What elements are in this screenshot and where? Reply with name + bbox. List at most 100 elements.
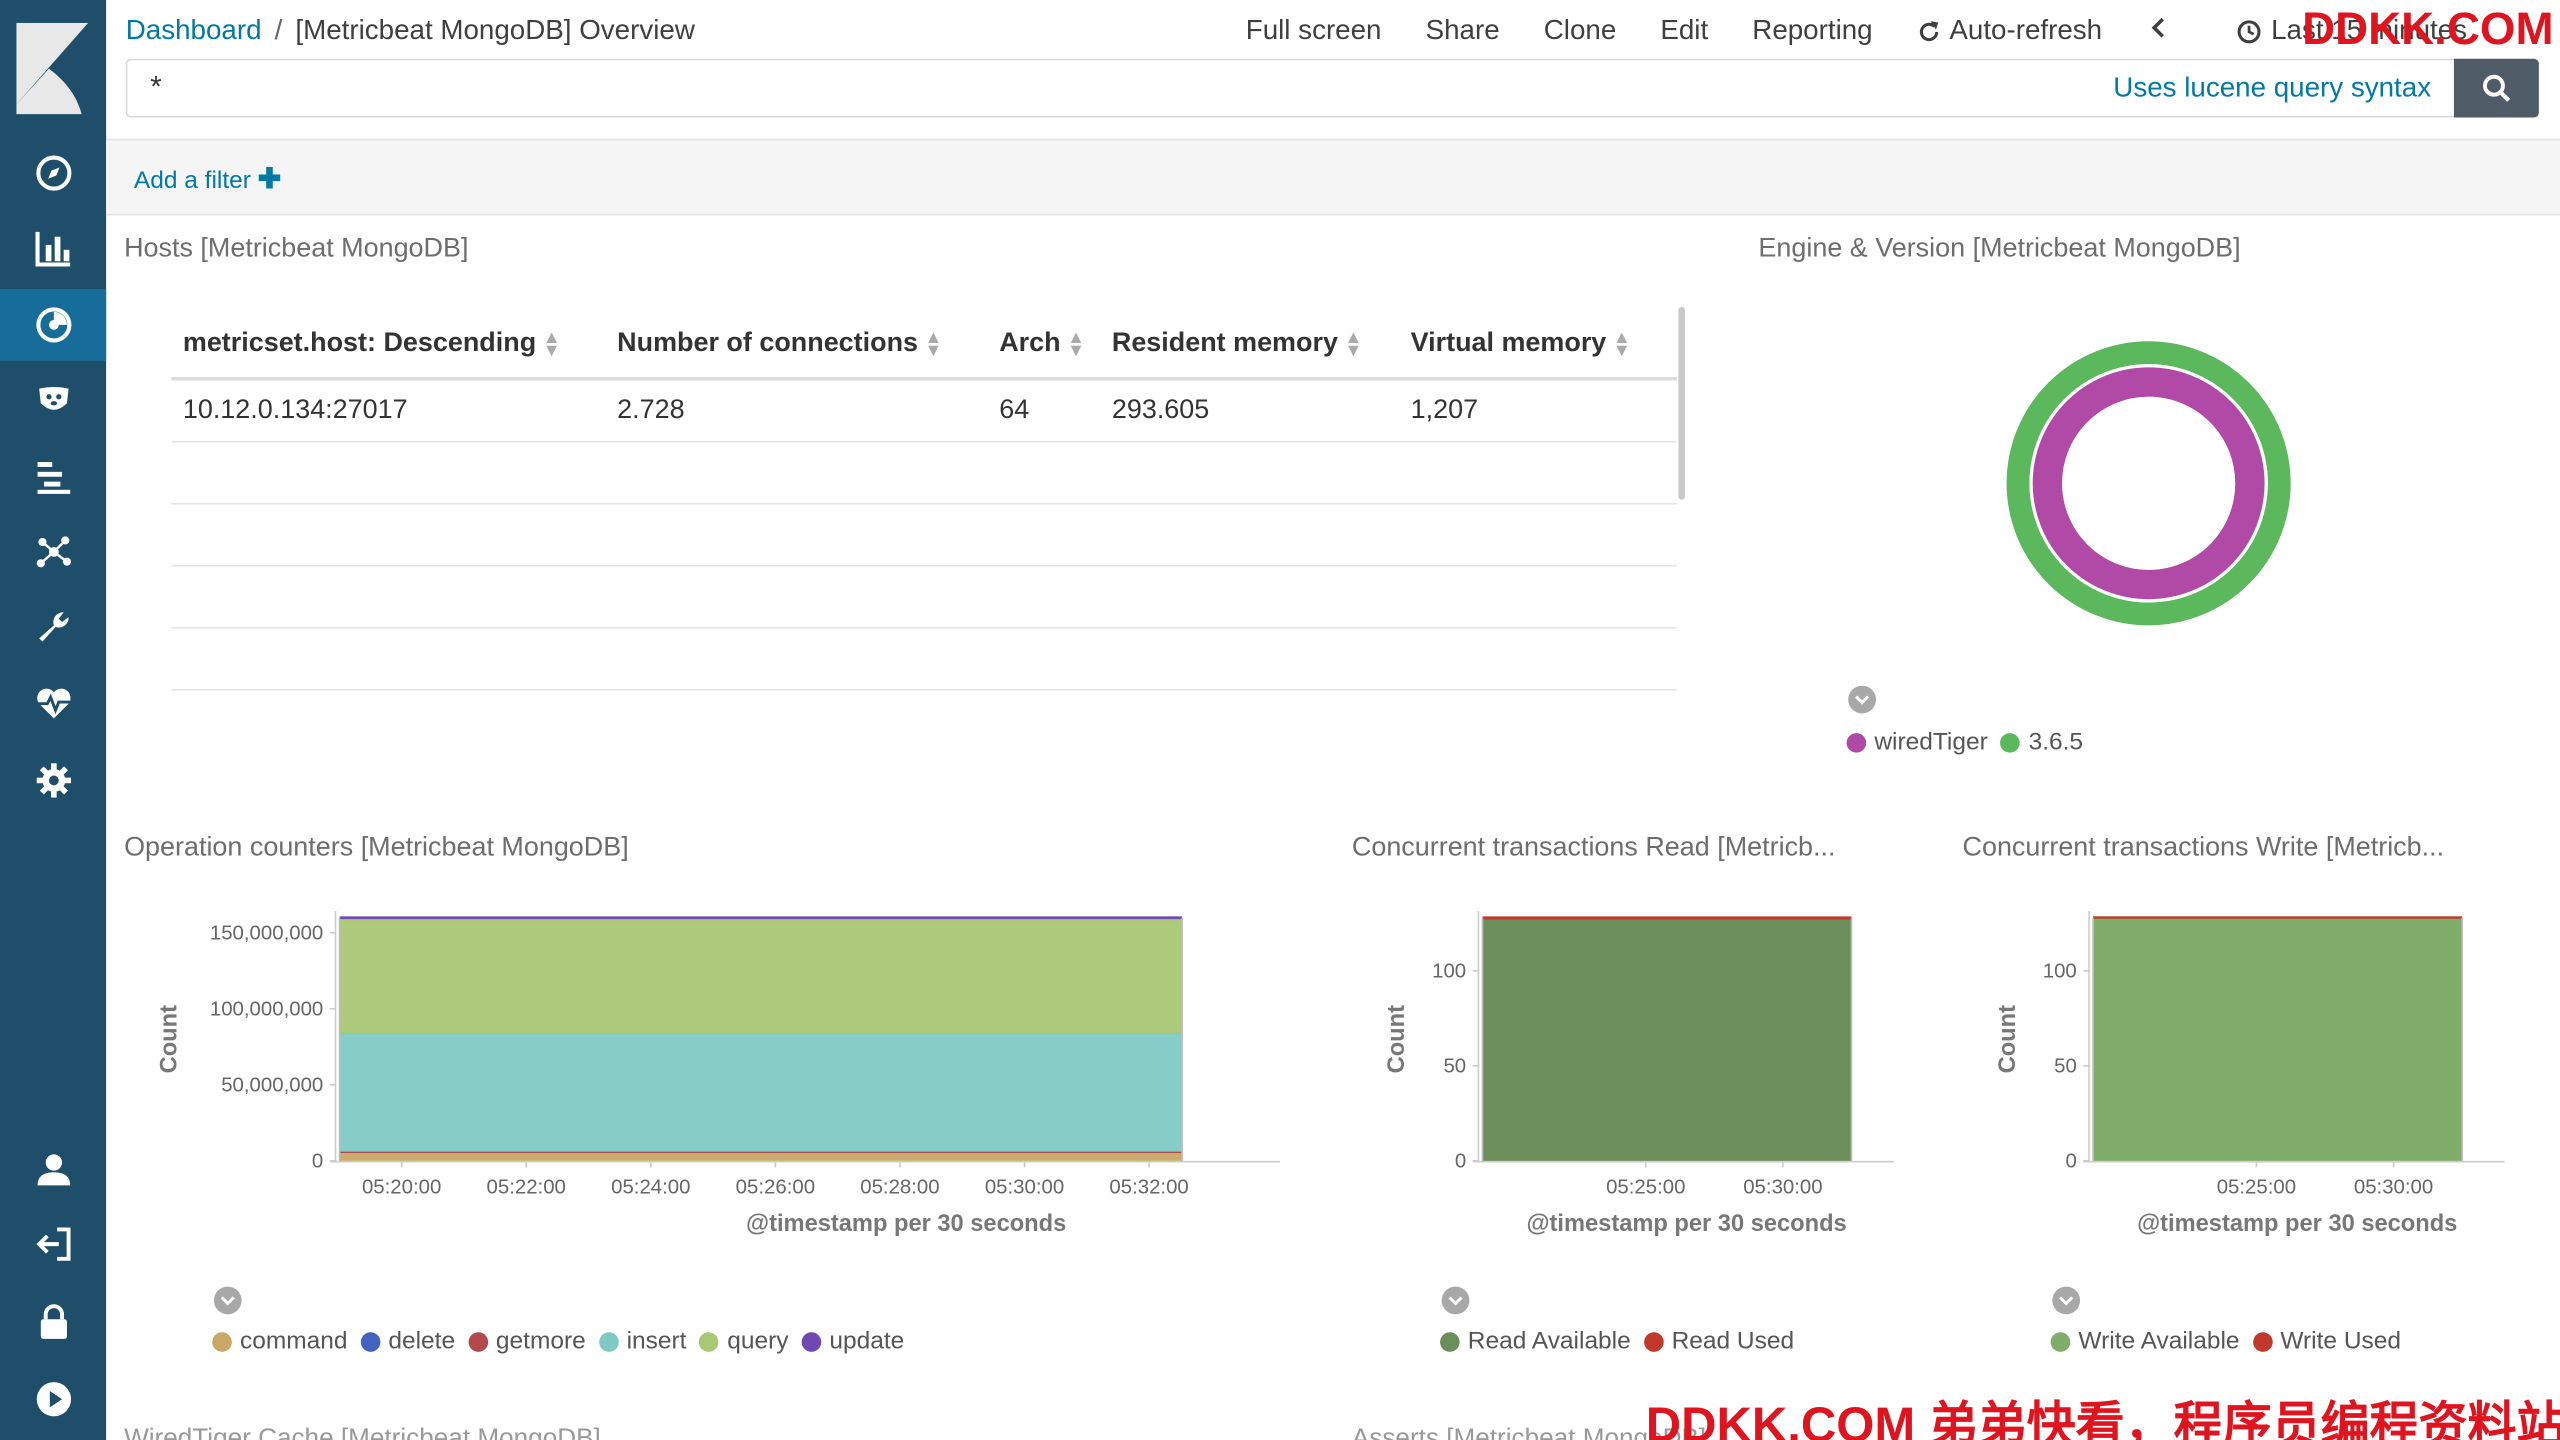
- read-transactions-chart: @timestamp per 30 seconds Count 0 50 100 05:2…: [1384, 911, 1894, 1237]
- bar-chart-icon: [34, 231, 70, 267]
- legend-item[interactable]: Write Available: [2050, 1327, 2240, 1355]
- legend-item[interactable]: Write Used: [2252, 1327, 2402, 1356]
- write-transactions-chart: @timestamp per 30 seconds Count 0 50 100 05:2…: [1995, 911, 2505, 1237]
- table-header: metricset.host: Descending ▲ ▼ Number of c…: [171, 310, 1677, 381]
- legend-dot: [468, 1331, 488, 1352]
- panel-title-operations: Operation counters [Metricbeat MongoDB]: [124, 832, 629, 863]
- search-button[interactable]: [2453, 58, 2539, 118]
- table-row: 10.12.0.134:27017 2.728 64 293.605 1,207: [171, 380, 1677, 443]
- legend-item[interactable]: wiredTiger: [1846, 728, 1988, 756]
- y-tick-label: 0: [312, 1150, 323, 1172]
- logout-icon: [35, 1227, 70, 1261]
- legend-toggle-read[interactable]: [1441, 1286, 1470, 1315]
- x-axis-title: @timestamp per 30 seconds: [1526, 1211, 1846, 1237]
- full-screen-button[interactable]: Full screen: [1246, 15, 1382, 48]
- panel-title-hosts: Hosts [Metricbeat MongoDB]: [124, 233, 469, 263]
- legend-item[interactable]: update: [801, 1327, 905, 1356]
- legend-dot: [2000, 732, 2021, 752]
- kibana-dashboard: Dashboard / [Metricbeat MongoDB] Overview …: [0, 0, 2560, 1440]
- y-tick-label: 100: [1432, 960, 1466, 982]
- search-icon: [2483, 74, 2511, 102]
- sidebar: [0, 0, 107, 1440]
- breadcrumb-dashboard-link[interactable]: Dashboard: [126, 15, 262, 46]
- nav-visualize[interactable]: [0, 212, 106, 284]
- legend-dot: [212, 1331, 232, 1352]
- x-axis-title: @timestamp per 30 seconds: [2137, 1211, 2457, 1237]
- column-header[interactable]: Arch ▲ ▼: [989, 328, 1102, 359]
- nav-graph[interactable]: [0, 516, 106, 588]
- legend-item[interactable]: delete: [360, 1327, 456, 1356]
- column-header-label: metricset.host: Descending: [182, 328, 537, 358]
- clock-icon: [2237, 19, 2261, 43]
- add-filter-button[interactable]: Add a filter ✚: [134, 163, 281, 196]
- sort-icon: ▲ ▼: [924, 327, 943, 361]
- legend-label: wiredTiger: [1874, 728, 1988, 756]
- legend-toggle-engine[interactable]: [1848, 685, 1876, 714]
- table-scrollbar[interactable]: [1678, 306, 1685, 500]
- nav-user[interactable]: [0, 1133, 106, 1205]
- clone-button[interactable]: Clone: [1544, 15, 1617, 48]
- legend-item[interactable]: Read Available: [1440, 1327, 1631, 1355]
- nav-dashboard[interactable]: [0, 288, 107, 361]
- legend-label: delete: [388, 1327, 456, 1356]
- y-tick-label: 150,000,000: [210, 922, 323, 944]
- legend-toggle-write[interactable]: [2052, 1286, 2081, 1315]
- query-input[interactable]: * Uses lucene query syntax: [125, 58, 2456, 118]
- x-tick-label: 05:25:00: [1606, 1177, 1685, 1199]
- legend-dot: [598, 1331, 619, 1352]
- lucene-syntax-link[interactable]: Uses lucene query syntax: [2113, 72, 2431, 105]
- chevron-down-icon: [1448, 1296, 1463, 1306]
- nav-devtools[interactable]: [0, 591, 106, 663]
- nav-lock[interactable]: [0, 1287, 106, 1359]
- table-row-empty: [171, 442, 1677, 505]
- chevron-down-icon: [2059, 1296, 2074, 1306]
- dashboard-icon: [35, 307, 71, 343]
- nav-logout[interactable]: [0, 1208, 106, 1280]
- legend-toggle-operations[interactable]: [213, 1286, 242, 1315]
- edit-button[interactable]: Edit: [1660, 15, 1708, 48]
- filter-bar: Add a filter ✚: [106, 138, 2560, 216]
- plus-icon: ✚: [257, 163, 282, 195]
- table-cell: 1,207: [1410, 395, 1479, 425]
- chevron-left-icon: [2150, 17, 2164, 38]
- nav-apm[interactable]: [0, 441, 106, 513]
- reporting-button[interactable]: Reporting: [1752, 15, 1872, 48]
- x-tick-label: 05:30:00: [1743, 1177, 1822, 1199]
- panel-title-engine: Engine & Version [Metricbeat MongoDB]: [1758, 233, 2241, 263]
- nav-discover[interactable]: [0, 137, 106, 209]
- column-header[interactable]: metricset.host: Descending ▲ ▼: [171, 328, 607, 359]
- legend-item[interactable]: 3.6.5: [2000, 728, 2083, 756]
- legend-label: insert: [626, 1327, 687, 1356]
- nav-collapse[interactable]: [0, 1363, 106, 1435]
- legend-operations: command delete getmore insert query update: [212, 1327, 917, 1355]
- y-tick-label: 50: [1443, 1055, 1466, 1077]
- legend-label: update: [829, 1327, 905, 1356]
- legend-label: query: [727, 1327, 789, 1356]
- column-header[interactable]: Virtual memory ▲ ▼: [1401, 328, 1677, 359]
- x-tick-label: 05:32:00: [1109, 1177, 1188, 1199]
- legend-item[interactable]: getmore: [468, 1327, 586, 1355]
- legend-item[interactable]: insert: [598, 1327, 687, 1356]
- kibana-logo[interactable]: [16, 22, 89, 115]
- column-header-label: Number of connections: [617, 328, 919, 358]
- chevron-down-icon: [220, 1296, 235, 1306]
- list-bars-icon: [36, 462, 70, 494]
- auto-refresh-button[interactable]: Auto-refresh: [1917, 15, 2102, 48]
- table-cell: 64: [999, 395, 1030, 425]
- column-header[interactable]: Number of connections ▲ ▼: [607, 328, 989, 359]
- time-back-button[interactable]: [2146, 15, 2169, 48]
- nav-management[interactable]: [0, 745, 106, 817]
- legend-item[interactable]: query: [699, 1327, 789, 1356]
- column-header[interactable]: Resident memory ▲ ▼: [1102, 328, 1401, 359]
- legend-label: Write Used: [2280, 1327, 2402, 1356]
- nav-timelion[interactable]: [0, 364, 106, 436]
- auto-refresh-label: Auto-refresh: [1949, 14, 2103, 46]
- add-filter-label: Add a filter: [133, 166, 251, 195]
- nav-monitoring[interactable]: [0, 668, 106, 740]
- legend-item[interactable]: Read Used: [1643, 1327, 1794, 1355]
- breadcrumb-current: [Metricbeat MongoDB] Overview: [295, 14, 695, 46]
- legend-dot: [2050, 1331, 2071, 1352]
- legend-item[interactable]: command: [212, 1327, 348, 1355]
- share-button[interactable]: Share: [1426, 15, 1500, 48]
- y-tick-label: 0: [2065, 1150, 2076, 1172]
